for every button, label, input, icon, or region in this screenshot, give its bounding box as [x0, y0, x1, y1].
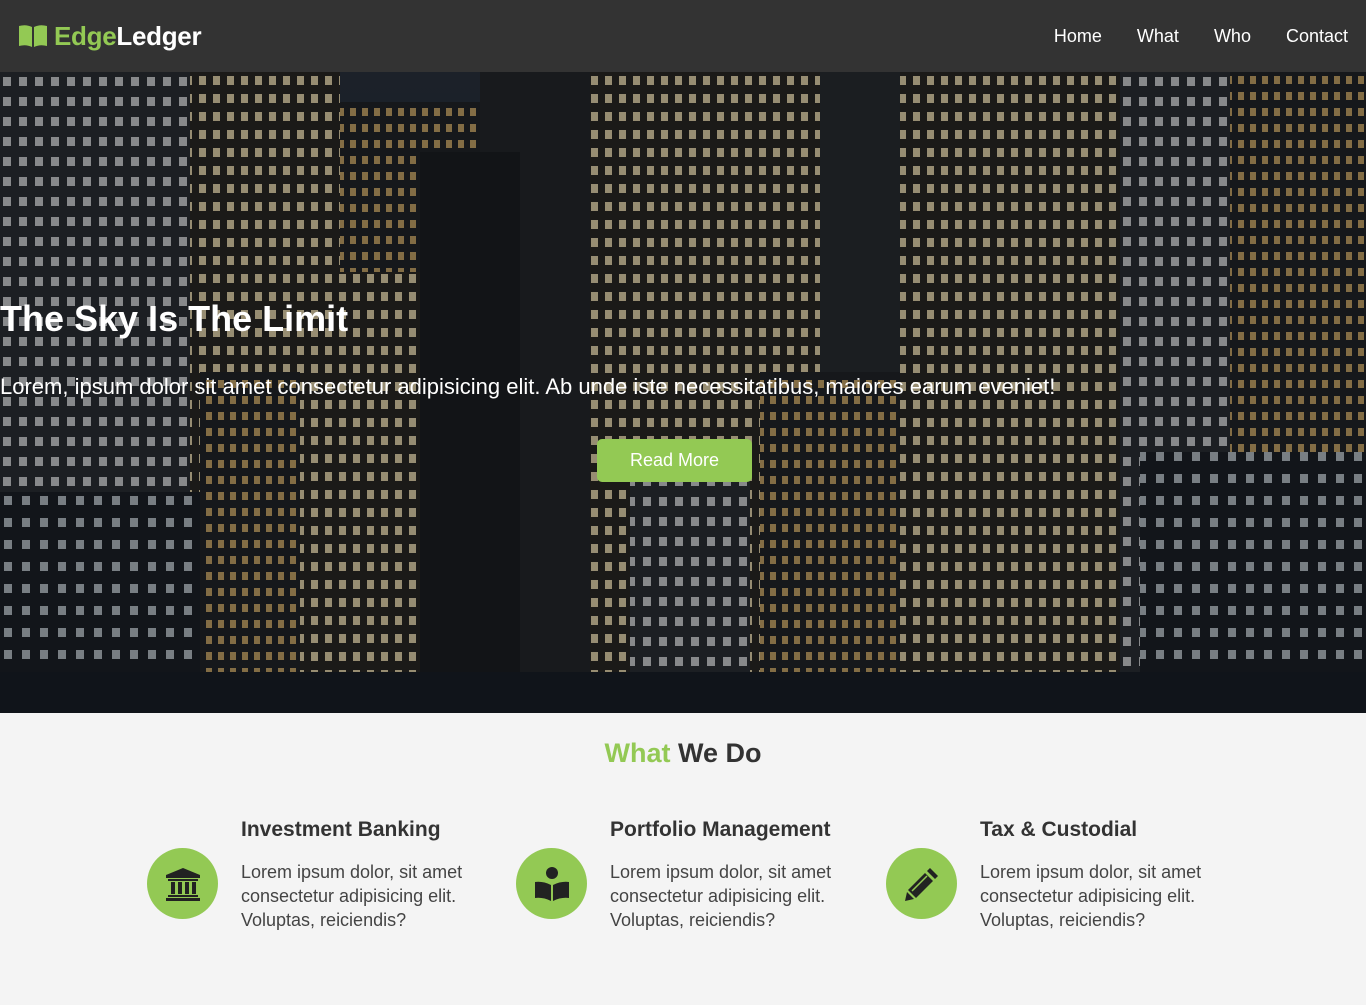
hero-text: Lorem, ipsum dolor sit amet consectetur … — [0, 374, 1056, 399]
service-text: Lorem ipsum dolor, sit amet consectetur … — [241, 862, 463, 930]
brand-rest: Ledger — [116, 20, 202, 51]
hero: The Sky Is The Limit Lorem, ipsum dolor … — [0, 72, 1366, 713]
nav-link-who[interactable]: Who — [1214, 26, 1251, 47]
service-text: Lorem ipsum dolor, sit amet consectetur … — [980, 862, 1202, 930]
university-icon — [147, 848, 218, 919]
what-we-do-section: What We Do Investment Banking Lorem ipsu… — [0, 713, 1366, 1005]
service-item-tax-custodial: Tax & Custodial Lorem ipsum dolor, sit a… — [886, 818, 1216, 948]
service-item-investment-banking: Investment Banking Lorem ipsum dolor, si… — [147, 818, 477, 948]
brand-accent: Edge — [54, 20, 117, 51]
service-title: Investment Banking — [241, 818, 441, 841]
nav-link-home[interactable]: Home — [1054, 26, 1102, 47]
hero-title: The Sky Is The Limit — [0, 298, 349, 339]
nav-link-contact[interactable]: Contact — [1286, 26, 1348, 47]
section-title-accent: What — [604, 738, 671, 768]
pencil-icon — [886, 848, 957, 919]
read-more-button[interactable]: Read More — [597, 439, 752, 482]
section-title: What We Do — [0, 738, 1366, 769]
service-item-portfolio-management: Portfolio Management Lorem ipsum dolor, … — [516, 818, 846, 948]
navbar: Edge Ledger Home What Who Contact — [0, 0, 1366, 72]
nav-links: Home What Who Contact — [1019, 26, 1348, 47]
book-reader-icon — [516, 848, 587, 919]
service-title: Portfolio Management — [610, 818, 831, 841]
service-text: Lorem ipsum dolor, sit amet consectetur … — [610, 862, 832, 930]
nav-link-what[interactable]: What — [1137, 26, 1179, 47]
service-title: Tax & Custodial — [980, 818, 1138, 841]
brand-logo[interactable]: Edge Ledger — [18, 20, 202, 52]
book-open-icon — [19, 25, 47, 47]
section-title-rest: We Do — [670, 738, 762, 768]
